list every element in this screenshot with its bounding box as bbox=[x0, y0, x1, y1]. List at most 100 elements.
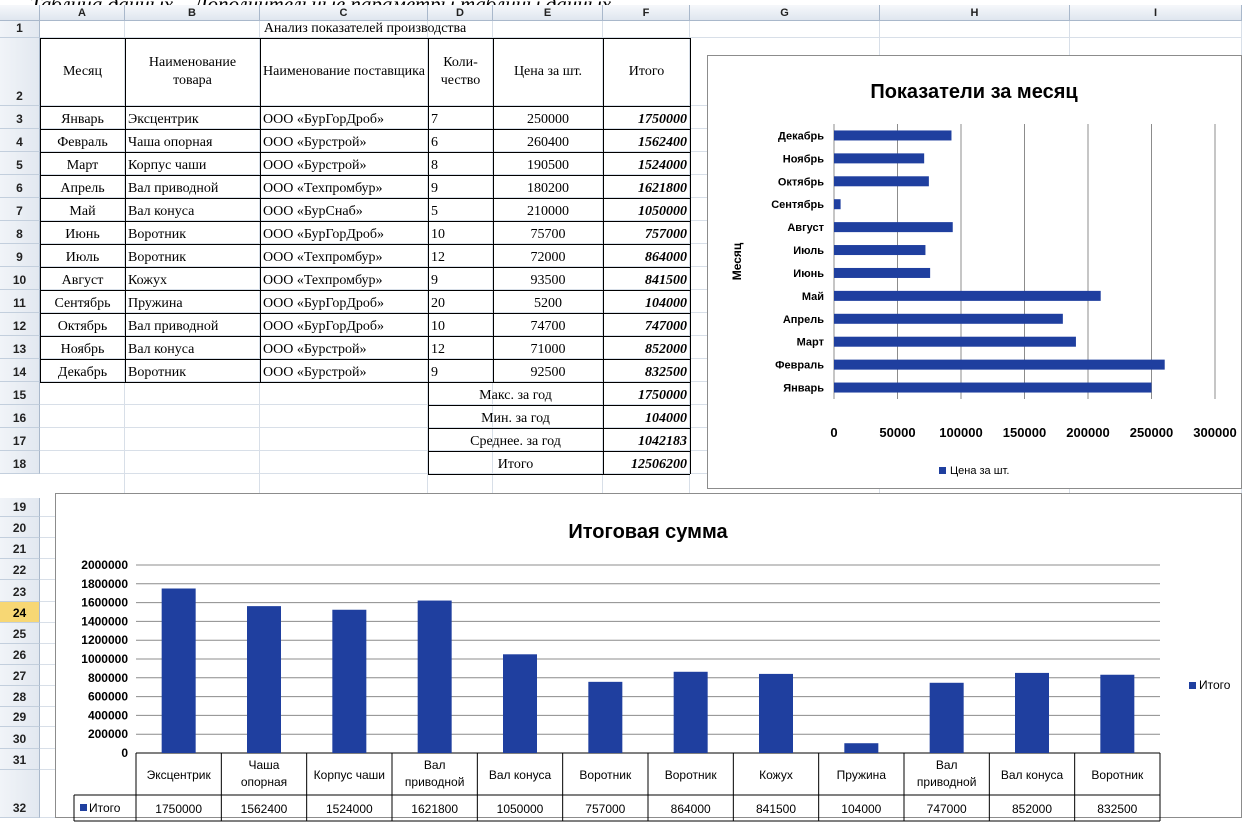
cell-price[interactable]: 93500 bbox=[493, 267, 603, 290]
spreadsheet[interactable]: ABCDEFGHI 1 2 3 4 5 6 7 8 9 10 11 12 13 14 15 16 17 18 19 2… bbox=[0, 5, 1242, 822]
column-header-b[interactable]: B bbox=[125, 5, 260, 21]
table-title[interactable]: Анализ показателей производства bbox=[40, 21, 690, 38]
cell-supplier[interactable]: ООО «Техпромбур» bbox=[260, 244, 428, 267]
cell-quantity[interactable]: 7 bbox=[428, 106, 493, 129]
cell-product[interactable]: Воротник bbox=[125, 359, 260, 382]
summary-label[interactable]: Итого bbox=[428, 451, 603, 474]
row-header-24[interactable]: 24 bbox=[0, 602, 40, 623]
row-header-15[interactable]: 15 bbox=[0, 382, 40, 405]
cell-quantity[interactable]: 5 bbox=[428, 198, 493, 221]
cell-month[interactable]: Сентябрь bbox=[40, 290, 125, 313]
summary-label[interactable]: Макс. за год bbox=[428, 382, 603, 405]
cell-month[interactable]: Октябрь bbox=[40, 313, 125, 336]
row-header-20[interactable]: 20 bbox=[0, 517, 40, 538]
row-header-19[interactable]: 19 bbox=[0, 498, 40, 517]
cell-product[interactable]: Воротник bbox=[125, 221, 260, 244]
cell-quantity[interactable]: 6 bbox=[428, 129, 493, 152]
summary-label[interactable]: Среднее. за год bbox=[428, 428, 603, 451]
column-header-i[interactable]: I bbox=[1070, 5, 1242, 21]
cell-month[interactable]: Март bbox=[40, 152, 125, 175]
cell-total[interactable]: 747000 bbox=[603, 313, 690, 336]
header-price[interactable]: Цена за шт. bbox=[493, 38, 603, 106]
cell-month[interactable]: Январь bbox=[40, 106, 125, 129]
cell-quantity[interactable]: 8 bbox=[428, 152, 493, 175]
summary-value[interactable]: 104000 bbox=[603, 405, 690, 428]
column-header-h[interactable]: H bbox=[880, 5, 1070, 21]
summary-value[interactable]: 12506200 bbox=[603, 451, 690, 474]
cell-supplier[interactable]: ООО «Техпромбур» bbox=[260, 267, 428, 290]
header-supplier[interactable]: Наименование поставщика bbox=[260, 38, 428, 106]
cell-total[interactable]: 757000 bbox=[603, 221, 690, 244]
cell-month[interactable]: Май bbox=[40, 198, 125, 221]
row-header-6[interactable]: 6 bbox=[0, 175, 40, 198]
cell-quantity[interactable]: 20 bbox=[428, 290, 493, 313]
cell-total[interactable]: 1050000 bbox=[603, 198, 690, 221]
cell-price[interactable]: 74700 bbox=[493, 313, 603, 336]
cell-supplier[interactable]: ООО «Бурстрой» bbox=[260, 359, 428, 382]
row-header-28[interactable]: 28 bbox=[0, 686, 40, 707]
cell-total[interactable]: 841500 bbox=[603, 267, 690, 290]
cell-month[interactable]: Февраль bbox=[40, 129, 125, 152]
cell-supplier[interactable]: ООО «БурГорДроб» bbox=[260, 106, 428, 129]
cell-product[interactable]: Корпус чаши bbox=[125, 152, 260, 175]
row-header-11[interactable]: 11 bbox=[0, 290, 40, 313]
cell-quantity[interactable]: 9 bbox=[428, 359, 493, 382]
cell-quantity[interactable]: 9 bbox=[428, 175, 493, 198]
cell-price[interactable]: 75700 bbox=[493, 221, 603, 244]
cell-quantity[interactable]: 9 bbox=[428, 267, 493, 290]
cell-quantity[interactable]: 10 bbox=[428, 313, 493, 336]
cell-supplier[interactable]: ООО «Бурстрой» bbox=[260, 129, 428, 152]
cell-supplier[interactable]: ООО «БурГорДроб» bbox=[260, 221, 428, 244]
column-header-f[interactable]: F bbox=[603, 5, 690, 21]
cell-product[interactable]: Вал конуса bbox=[125, 198, 260, 221]
cell-supplier[interactable]: ООО «Бурстрой» bbox=[260, 336, 428, 359]
cell-product[interactable]: Вал приводной bbox=[125, 313, 260, 336]
summary-value[interactable]: 1042183 bbox=[603, 428, 690, 451]
cell-quantity[interactable]: 10 bbox=[428, 221, 493, 244]
header-total[interactable]: Итого bbox=[603, 38, 690, 106]
row-header-25[interactable]: 25 bbox=[0, 623, 40, 644]
cell-supplier[interactable]: ООО «БурГорДроб» bbox=[260, 290, 428, 313]
cell-price[interactable]: 210000 bbox=[493, 198, 603, 221]
cell-month[interactable]: Август bbox=[40, 267, 125, 290]
cell-product[interactable]: Вал приводной bbox=[125, 175, 260, 198]
row-header-14[interactable]: 14 bbox=[0, 359, 40, 382]
row-header-8[interactable]: 8 bbox=[0, 221, 40, 244]
cell-supplier[interactable]: ООО «Бурстрой» bbox=[260, 152, 428, 175]
cell-product[interactable]: Воротник bbox=[125, 244, 260, 267]
select-all-corner[interactable] bbox=[0, 5, 40, 21]
column-header-c[interactable]: C bbox=[260, 5, 428, 21]
cell-supplier[interactable]: ООО «Техпромбур» bbox=[260, 175, 428, 198]
summary-value[interactable]: 1750000 bbox=[603, 382, 690, 405]
cell-price[interactable]: 190500 bbox=[493, 152, 603, 175]
cell-supplier[interactable]: ООО «БурСнаб» bbox=[260, 198, 428, 221]
row-header-1[interactable]: 1 bbox=[0, 21, 40, 38]
monthly-price-chart[interactable]: Показатели за месяц 0 50000 100000 150000 200… bbox=[707, 55, 1242, 489]
cell-quantity[interactable]: 12 bbox=[428, 336, 493, 359]
cell-month[interactable]: Ноябрь bbox=[40, 336, 125, 359]
row-header-13[interactable]: 13 bbox=[0, 336, 40, 359]
cell-total[interactable]: 832500 bbox=[603, 359, 690, 382]
row-header-12[interactable]: 12 bbox=[0, 313, 40, 336]
cell-price[interactable]: 5200 bbox=[493, 290, 603, 313]
cell-total[interactable]: 1750000 bbox=[603, 106, 690, 129]
header-quantity[interactable]: Коли-чество bbox=[428, 38, 493, 106]
cell-quantity[interactable]: 12 bbox=[428, 244, 493, 267]
cell-price[interactable]: 250000 bbox=[493, 106, 603, 129]
header-month[interactable]: Месяц bbox=[40, 38, 125, 106]
cell-price[interactable]: 92500 bbox=[493, 359, 603, 382]
row-header-17[interactable]: 17 bbox=[0, 428, 40, 451]
row-header-27[interactable]: 27 bbox=[0, 665, 40, 686]
column-header-e[interactable]: E bbox=[493, 5, 603, 21]
cell-total[interactable]: 1562400 bbox=[603, 129, 690, 152]
row-header-22[interactable]: 22 bbox=[0, 559, 40, 580]
cell-product[interactable]: Пружина bbox=[125, 290, 260, 313]
column-header-a[interactable]: A bbox=[40, 5, 125, 21]
row-header-30[interactable]: 30 bbox=[0, 727, 40, 749]
cell-price[interactable]: 180200 bbox=[493, 175, 603, 198]
row-header-5[interactable]: 5 bbox=[0, 152, 40, 175]
cell-month[interactable]: Апрель bbox=[40, 175, 125, 198]
cell-total[interactable]: 864000 bbox=[603, 244, 690, 267]
summary-label[interactable]: Мин. за год bbox=[428, 405, 603, 428]
row-header-18[interactable]: 18 bbox=[0, 451, 40, 474]
